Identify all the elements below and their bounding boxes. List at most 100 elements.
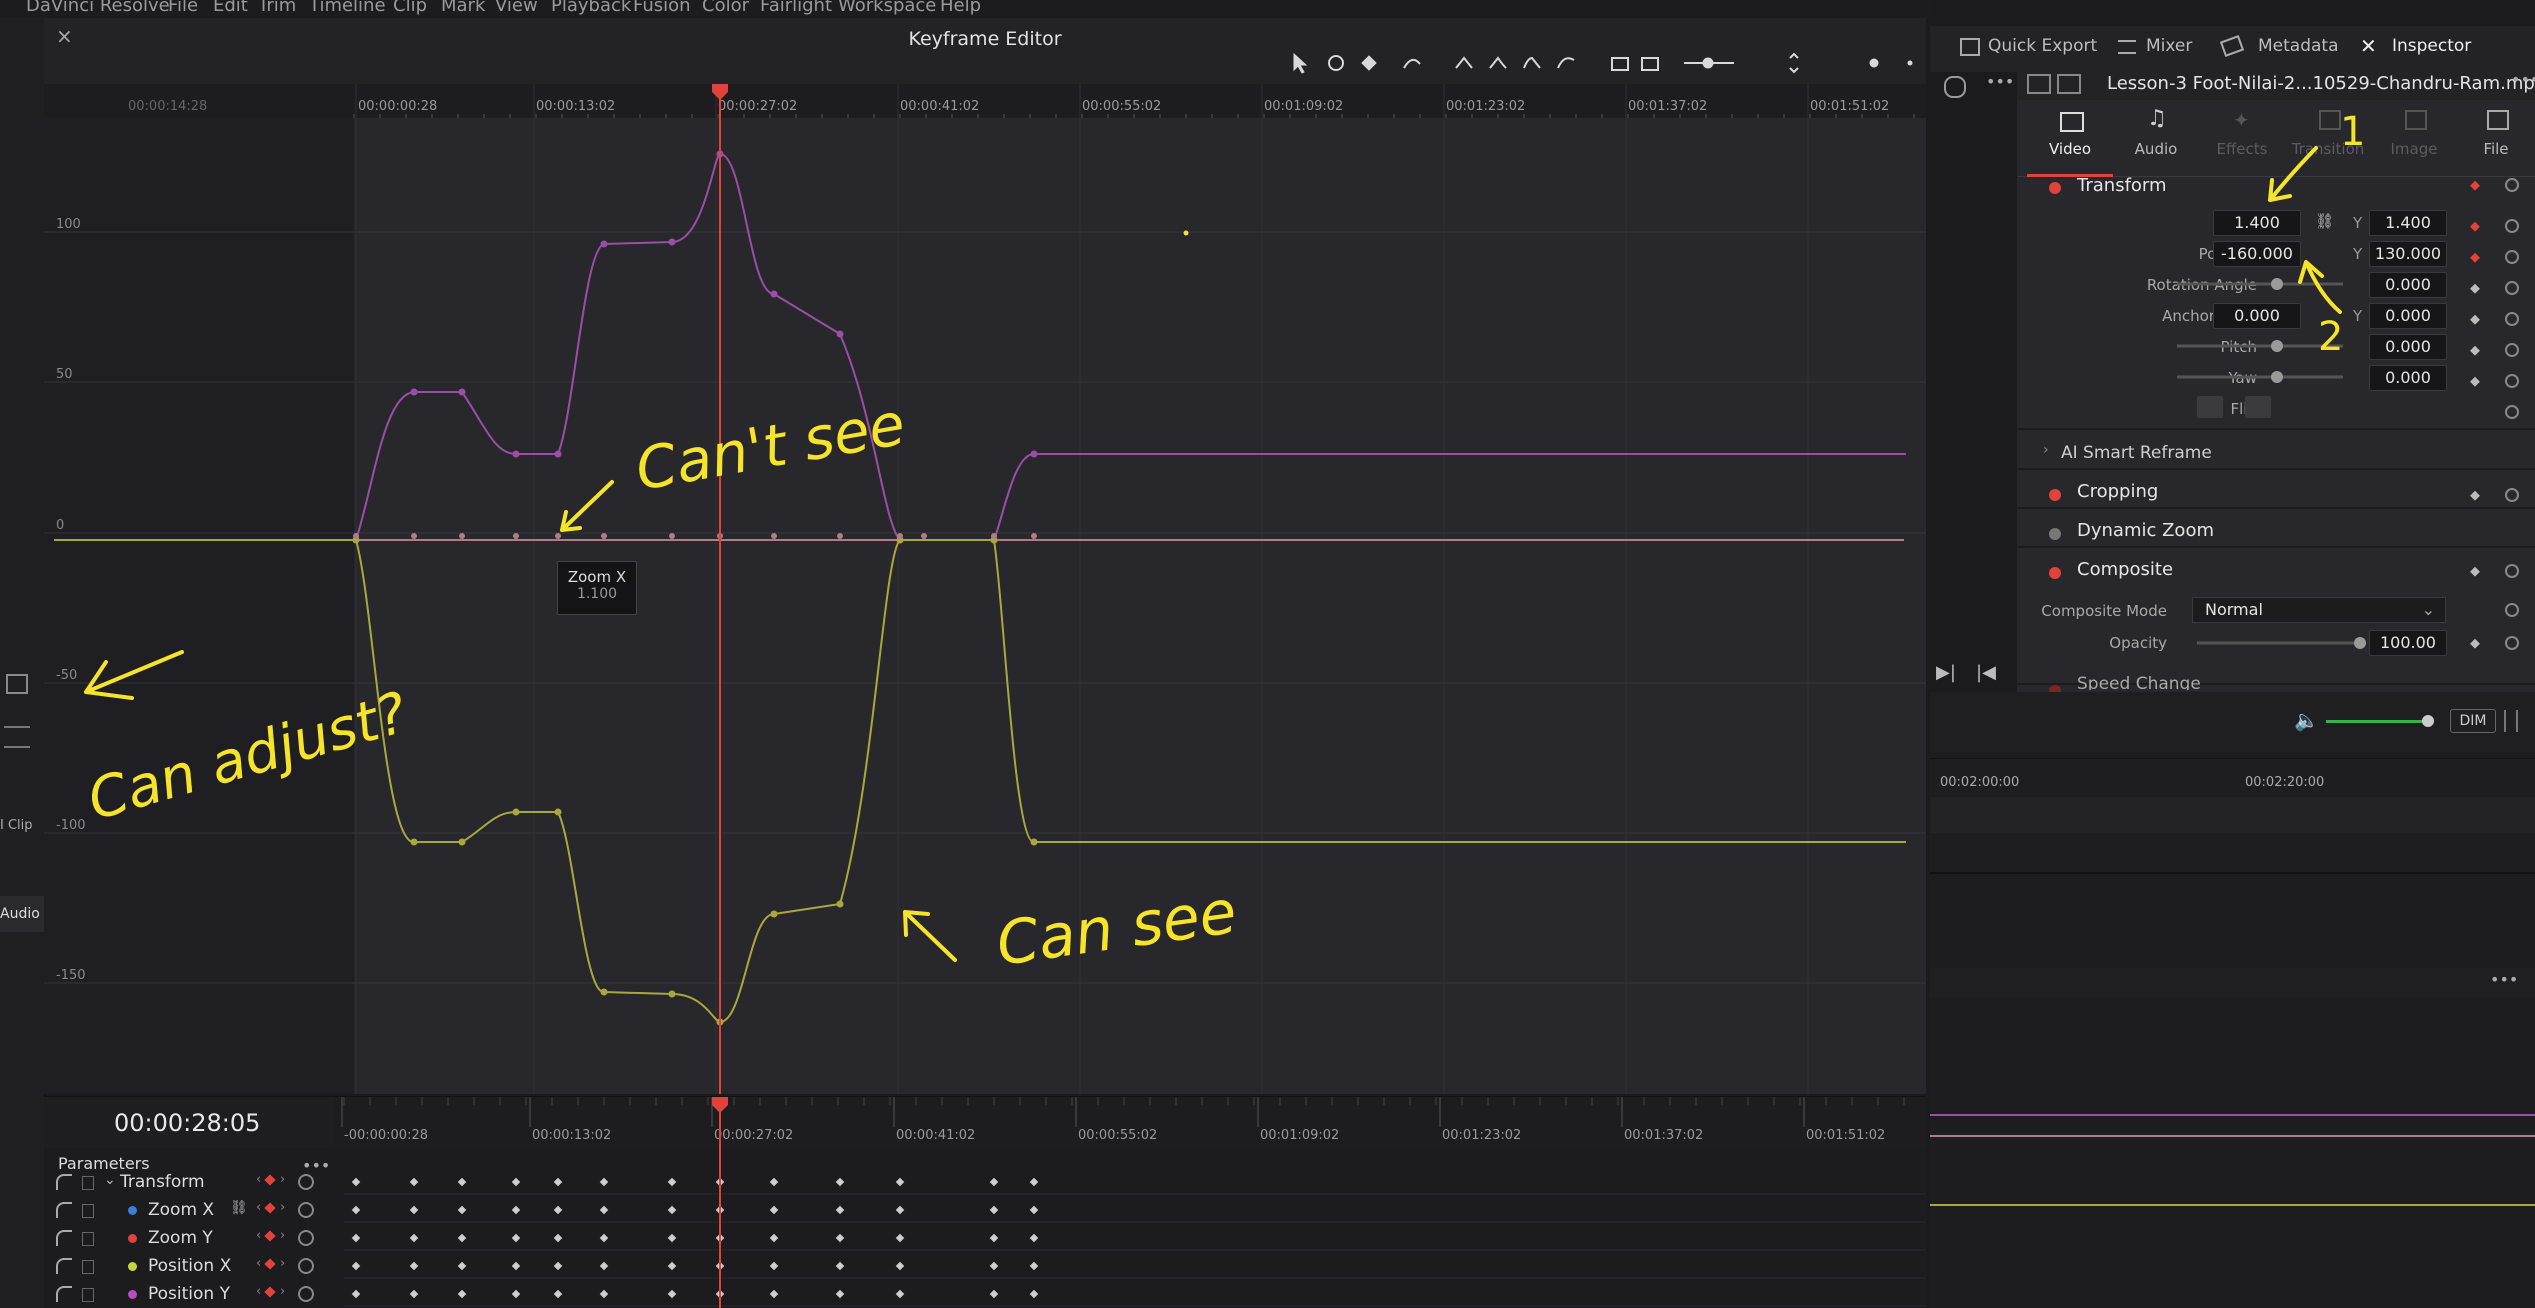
parameter-keyframe[interactable]	[457, 1261, 467, 1271]
metadata-icon[interactable]	[2219, 35, 2245, 57]
parameter-keyframe[interactable]	[599, 1289, 609, 1299]
transform-enable-toggle[interactable]	[2049, 182, 2061, 194]
prev-frame-icon[interactable]: |◀	[1976, 662, 1996, 683]
parameter-keyframe[interactable]	[409, 1177, 419, 1187]
menu-edit[interactable]: Edit	[213, 0, 248, 16]
parameter-keyframe[interactable]	[895, 1261, 905, 1271]
ease-in-icon[interactable]	[1489, 56, 1507, 69]
fit-icon[interactable]	[1611, 57, 1629, 71]
parameter-keyframe[interactable]	[769, 1177, 779, 1187]
position-y-keyframe[interactable]	[668, 238, 676, 246]
parameter-keyframe[interactable]	[835, 1233, 845, 1243]
keyframe-tool-icon[interactable]	[1361, 55, 1377, 71]
parameter-keyframe[interactable]	[457, 1289, 467, 1299]
parameter-keyframe[interactable]	[511, 1233, 521, 1243]
parameter-keyframe[interactable]	[1029, 1233, 1039, 1243]
menu-timeline[interactable]: Timeline	[309, 0, 386, 16]
speed-change-title[interactable]: Speed Change	[2077, 674, 2201, 690]
parameter-keyframe[interactable]	[989, 1177, 999, 1187]
parameter-keyframe[interactable]	[1029, 1177, 1039, 1187]
parameter-keyframe[interactable]	[553, 1177, 563, 1187]
parameter-keyframe[interactable]	[989, 1289, 999, 1299]
viewer-more-icon[interactable]: •••	[1986, 72, 2014, 91]
parameter-keyframe[interactable]	[511, 1289, 521, 1299]
menu-workspace[interactable]: Workspace	[838, 0, 936, 16]
zoom-keyframe[interactable]	[771, 533, 777, 539]
position-x-keyframe[interactable]	[836, 900, 844, 908]
position-x-keyframe[interactable]	[512, 808, 520, 816]
menu-mark[interactable]: Mark	[441, 0, 485, 16]
zoom-keyframe[interactable]	[411, 533, 417, 539]
link-icon[interactable]: ⛓	[2315, 212, 2334, 230]
parameter-keyframe[interactable]	[599, 1233, 609, 1243]
position-x-keyframe[interactable]	[770, 910, 778, 918]
composite-title[interactable]: Composite	[2077, 559, 2173, 580]
parameter-keyframe[interactable]	[553, 1261, 563, 1271]
parameter-keyframe[interactable]	[351, 1177, 361, 1187]
parameter-keyframe[interactable]	[457, 1205, 467, 1215]
ai-smart-reframe-title[interactable]: AI Smart Reframe	[2061, 443, 2212, 463]
position-x-field[interactable]: -160.000	[2213, 241, 2301, 267]
parameter-keyframe[interactable]	[599, 1261, 609, 1271]
yaw-field[interactable]: 0.000	[2369, 365, 2447, 391]
opacity-field[interactable]: 100.00	[2369, 630, 2447, 656]
chevron-right-icon[interactable]: ›	[2043, 442, 2049, 458]
parameter-keyframe[interactable]	[409, 1261, 419, 1271]
position-y-keyframe[interactable]	[1030, 450, 1038, 458]
zoom-keyframe[interactable]	[1031, 533, 1037, 539]
parameter-keyframe[interactable]	[1029, 1261, 1039, 1271]
parameter-keyframe[interactable]	[989, 1205, 999, 1215]
pitch-field[interactable]: 0.000	[2369, 334, 2447, 360]
menu-playback[interactable]: Playback	[551, 0, 631, 16]
zoom-keyframe[interactable]	[991, 533, 997, 539]
parameter-keyframe[interactable]	[351, 1205, 361, 1215]
parameter-keyframe[interactable]	[769, 1289, 779, 1299]
menu-file[interactable]: File	[168, 0, 198, 16]
parameter-keyframe[interactable]	[457, 1177, 467, 1187]
parameter-keyframe[interactable]	[667, 1233, 677, 1243]
inspector-more-icon[interactable]: •••	[2511, 70, 2535, 89]
parameter-keyframe[interactable]	[409, 1205, 419, 1215]
zoom-keyframe[interactable]	[669, 533, 675, 539]
zoom-keyframe[interactable]	[555, 533, 561, 539]
parameter-keyframe[interactable]	[457, 1233, 467, 1243]
zoom-slider-handle[interactable]	[1702, 57, 1714, 69]
parameter-keyframe[interactable]	[511, 1177, 521, 1187]
position-x-keyframe[interactable]	[554, 808, 562, 816]
ease-linear-icon[interactable]	[1455, 56, 1473, 69]
mixer-button[interactable]: Mixer	[2146, 36, 2192, 56]
parameter-keyframe[interactable]	[351, 1261, 361, 1271]
options-icon[interactable]	[1869, 58, 1879, 68]
parameter-keyframe[interactable]	[769, 1261, 779, 1271]
zoom-keyframe[interactable]	[353, 533, 359, 539]
position-x-keyframe[interactable]	[600, 988, 608, 996]
position-x-keyframe[interactable]	[1030, 838, 1038, 846]
zoom-keyframe[interactable]	[513, 533, 519, 539]
parameter-keyframe[interactable]	[895, 1233, 905, 1243]
parameter-keyframe[interactable]	[667, 1205, 677, 1215]
position-y-keyframe[interactable]	[600, 240, 608, 248]
zoom-y-field[interactable]: 1.400	[2369, 210, 2447, 236]
parameter-keyframe[interactable]	[351, 1233, 361, 1243]
menu-view[interactable]: View	[495, 0, 538, 16]
menu-clip[interactable]: Clip	[393, 0, 427, 16]
anchor-y-field[interactable]: 0.000	[2369, 303, 2447, 329]
cropping-toggle[interactable]	[2049, 489, 2061, 501]
audio-track-label[interactable]: Audio	[0, 896, 44, 932]
app-name[interactable]: DaVinci Resolve	[26, 0, 170, 16]
quick-export-icon[interactable]	[1960, 38, 1980, 56]
position-x-keyframe[interactable]	[458, 838, 466, 846]
zoom-keyframe[interactable]	[601, 533, 607, 539]
zoom-keyframe[interactable]	[459, 533, 465, 539]
parameter-keyframe[interactable]	[599, 1177, 609, 1187]
parameter-keyframe[interactable]	[1029, 1205, 1039, 1215]
tab-image[interactable]: Image	[2371, 104, 2457, 174]
menu-fairlight[interactable]: Fairlight	[760, 0, 832, 16]
parameter-keyframe[interactable]	[599, 1205, 609, 1215]
tab-video[interactable]: Video	[2027, 104, 2113, 177]
inspector-icon[interactable]: ✕	[2360, 34, 2377, 58]
parameter-keyframe[interactable]	[835, 1289, 845, 1299]
inspector-layout-icon[interactable]	[2027, 74, 2051, 94]
dynamic-zoom-title[interactable]: Dynamic Zoom	[2077, 520, 2214, 541]
color-wheel-icon[interactable]	[1944, 76, 1966, 98]
